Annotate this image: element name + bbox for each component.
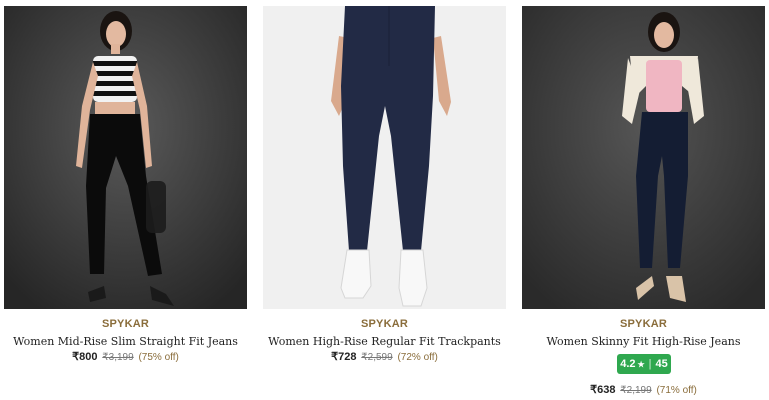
product-image[interactable]: [522, 6, 765, 309]
rating-value: 4.2: [620, 358, 636, 370]
product-brand: SPYKAR: [360, 318, 409, 330]
product-mrp: ₹3,199: [102, 352, 134, 363]
rating-separator: |: [648, 358, 652, 370]
price-row: ₹800 ₹3,199 (75% off): [4, 350, 247, 363]
product-brand: SPYKAR: [619, 318, 668, 330]
product-discount: (72% off): [397, 352, 438, 363]
product-mrp: ₹2,199: [620, 385, 652, 396]
product-price: ₹638: [590, 384, 616, 396]
product-image[interactable]: [263, 6, 506, 309]
product-mrp: ₹2,599: [361, 352, 393, 363]
product-card[interactable]: SPYKAR Women High-Rise Regular Fit Track…: [263, 0, 506, 400]
rating-badge: 4.2 ★ | 45: [617, 354, 671, 374]
rating-count: 45: [655, 358, 668, 370]
product-discount: (71% off): [656, 385, 697, 396]
model-navy-trackpants-image: [263, 6, 506, 309]
product-title[interactable]: Women High-Rise Regular Fit Trackpants: [263, 335, 506, 348]
price-row: ₹728 ₹2,599 (72% off): [263, 350, 506, 363]
product-image[interactable]: [4, 6, 247, 309]
model-black-jeans-image: [4, 6, 247, 309]
product-price: ₹728: [331, 351, 357, 363]
product-discount: (75% off): [138, 352, 179, 363]
price-row: ₹638 ₹2,199 (71% off): [522, 383, 765, 396]
product-card[interactable]: SPYKAR Women Skinny Fit High-Rise Jeans …: [522, 0, 765, 400]
product-title[interactable]: Women Mid-Rise Slim Straight Fit Jeans: [4, 335, 247, 348]
product-price: ₹800: [72, 351, 98, 363]
product-brand: SPYKAR: [101, 318, 150, 330]
star-icon: ★: [637, 359, 645, 369]
product-title[interactable]: Women Skinny Fit High-Rise Jeans: [522, 335, 765, 348]
model-dark-blue-jeans-image: [522, 6, 765, 309]
product-card[interactable]: SPYKAR Women Mid-Rise Slim Straight Fit …: [4, 0, 247, 400]
